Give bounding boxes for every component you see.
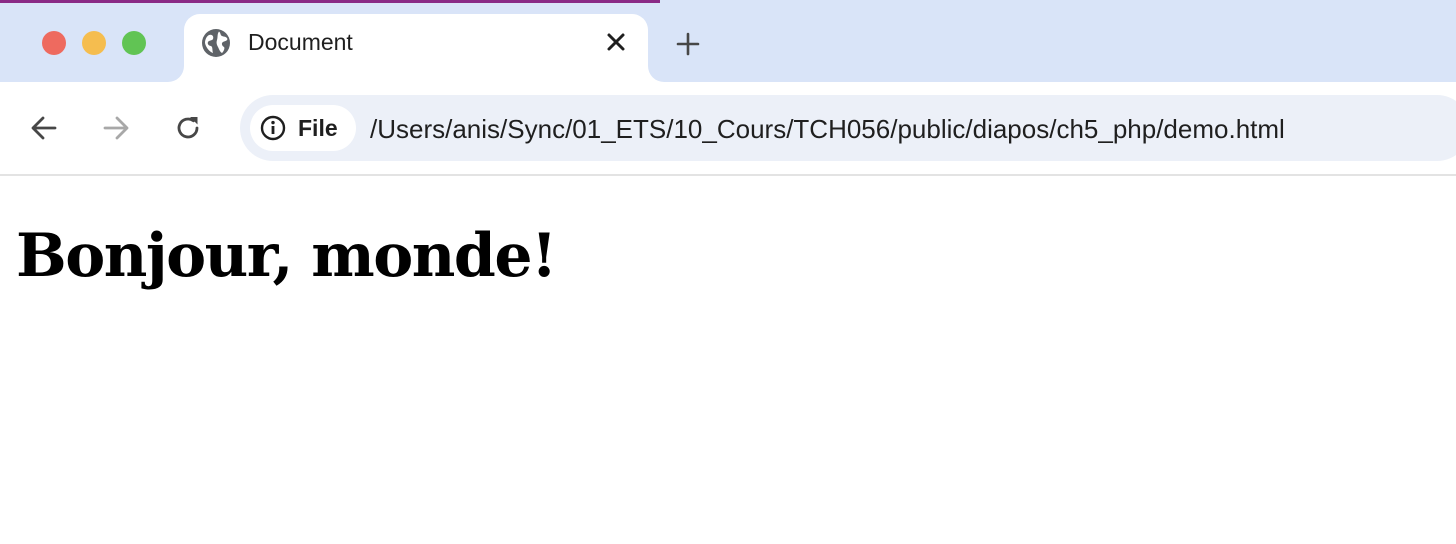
forward-button[interactable] (98, 110, 134, 146)
arrow-right-icon (103, 116, 129, 140)
site-info-chip[interactable]: File (250, 105, 356, 151)
globe-icon (202, 29, 230, 57)
reload-icon (177, 117, 199, 139)
tab-title: Document (248, 29, 353, 55)
back-button[interactable] (26, 110, 62, 146)
tab-corner-right (648, 66, 664, 82)
new-tab-button[interactable] (672, 28, 704, 60)
tab-document[interactable]: Document (168, 14, 664, 82)
plus-icon (676, 32, 700, 56)
url-text[interactable]: /Users/anis/Sync/01_ETS/10_Cours/TCH056/… (370, 114, 1285, 144)
browser-toolbar: File /Users/anis/Sync/01_ETS/10_Cours/TC… (0, 82, 1456, 174)
address-bar[interactable]: File /Users/anis/Sync/01_ETS/10_Cours/TC… (240, 95, 1456, 161)
tab-strip: Document (0, 0, 1456, 82)
page-heading: Bonjour, monde! (16, 221, 557, 291)
window-zoom-button[interactable] (122, 31, 146, 55)
tab-close-button[interactable] (602, 28, 630, 56)
info-icon (260, 115, 286, 141)
window-close-button[interactable] (42, 31, 66, 55)
close-icon (607, 33, 625, 51)
desktop-accent-strip (0, 0, 660, 3)
page-content: Bonjour, monde! (0, 176, 1456, 544)
browser-window: Document File /Users/anis/Sync/01_ETS/10… (0, 0, 1456, 544)
site-info-label: File (298, 115, 338, 141)
arrow-left-icon (31, 116, 57, 140)
reload-button[interactable] (170, 110, 206, 146)
tab-corner-left (168, 66, 184, 82)
window-minimize-button[interactable] (82, 31, 106, 55)
